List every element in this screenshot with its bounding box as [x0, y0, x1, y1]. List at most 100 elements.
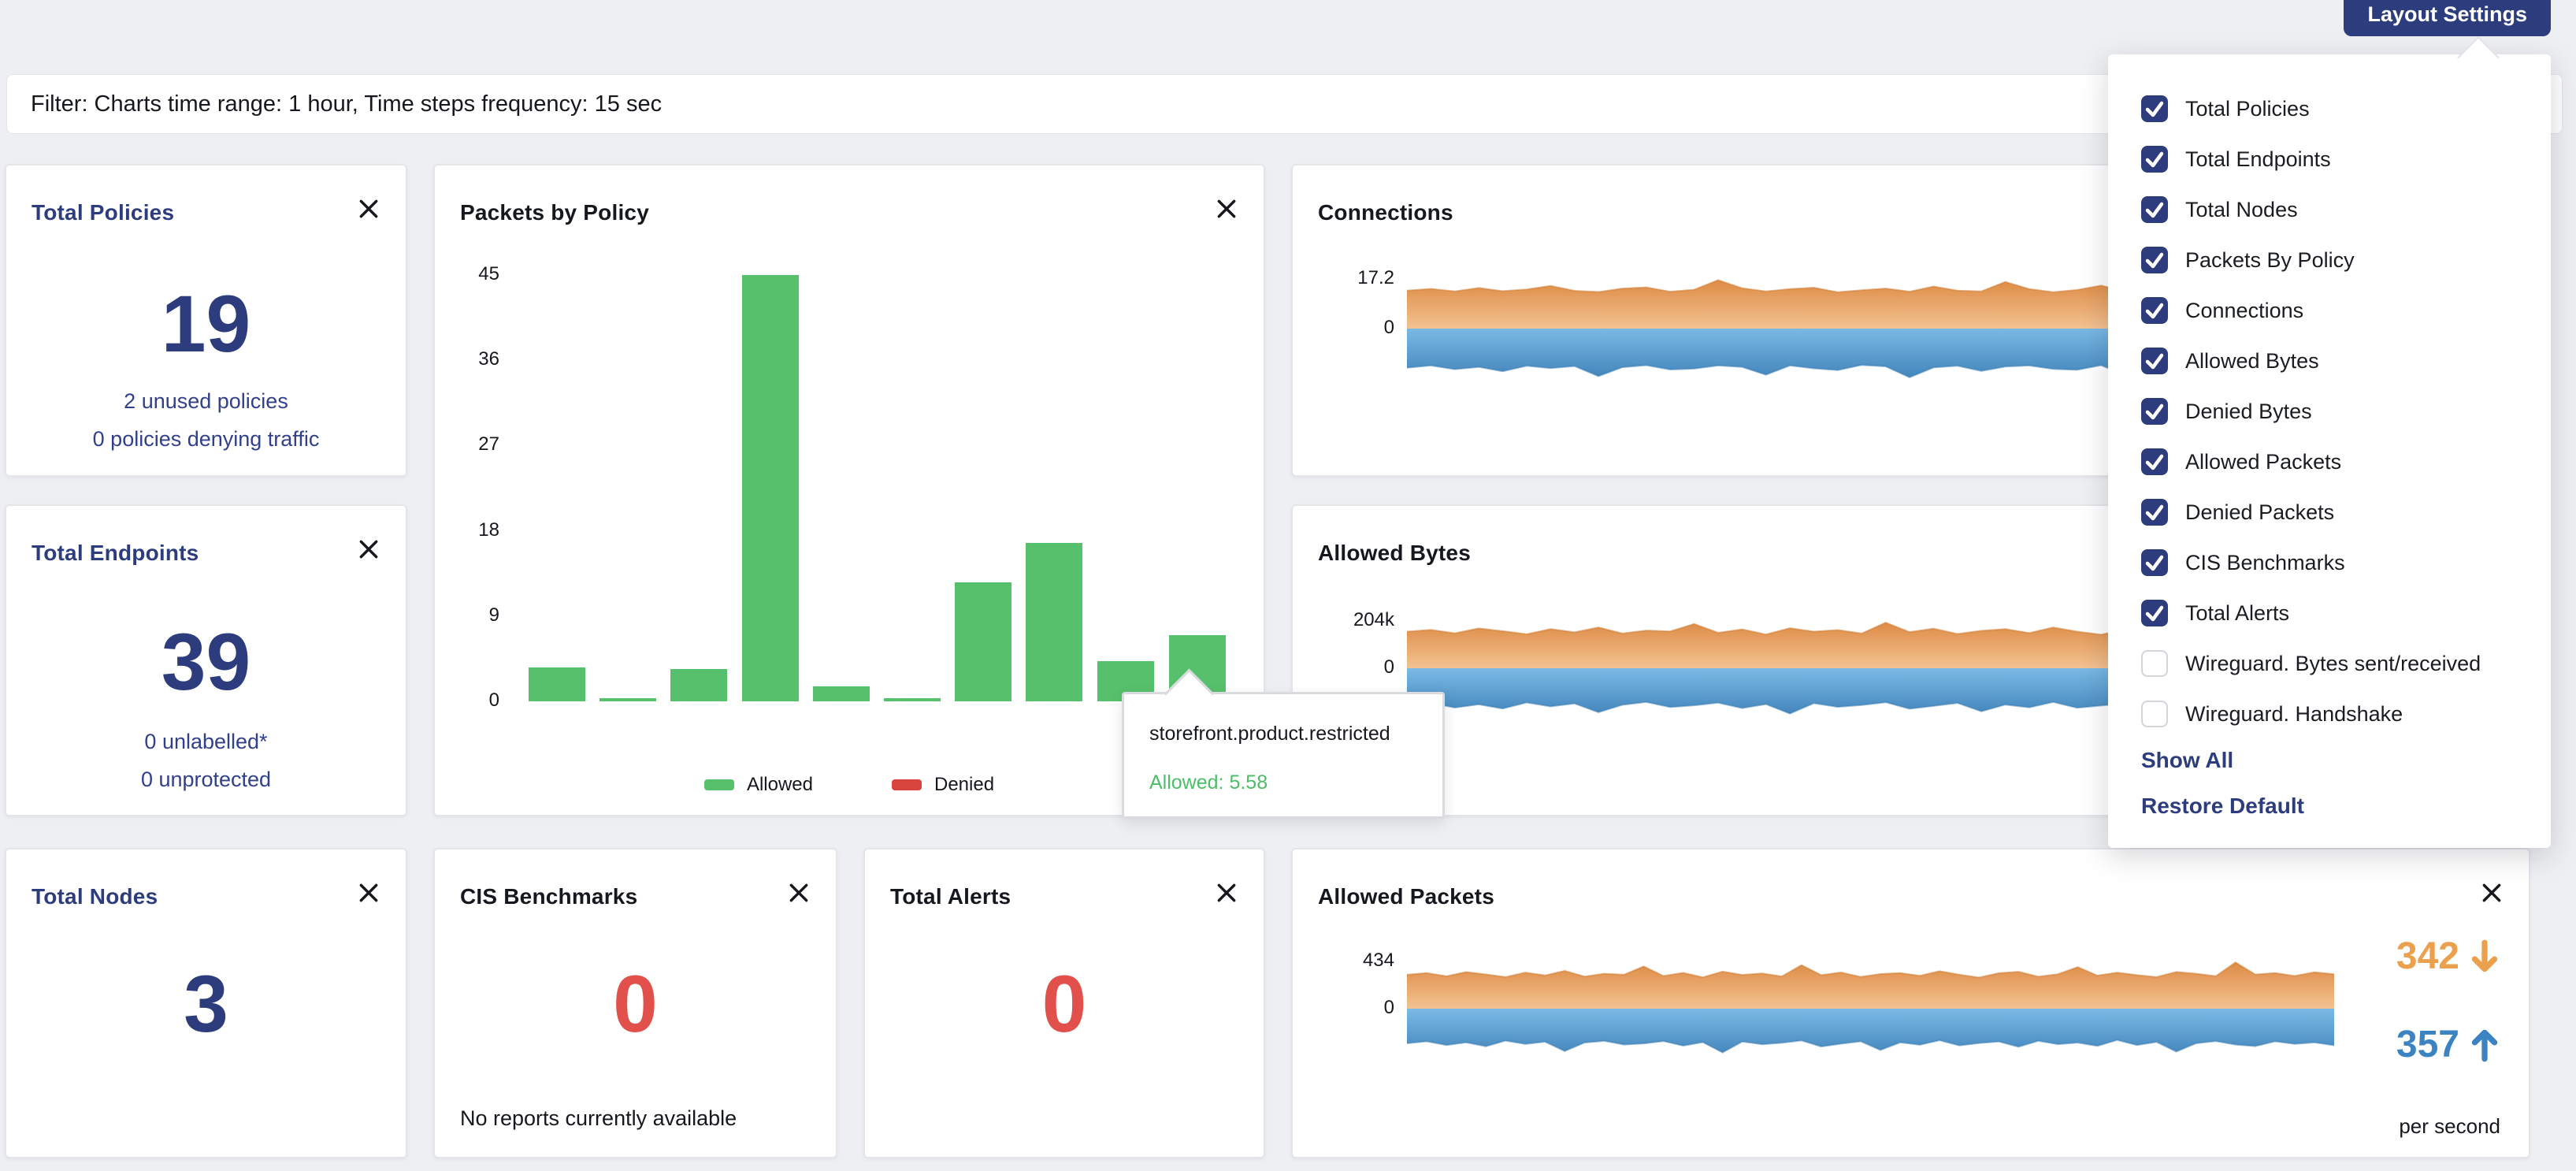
y-axis-tick-label: 27 — [435, 433, 499, 455]
bar-policy-3[interactable] — [670, 669, 727, 701]
close-icon[interactable] — [357, 197, 380, 221]
close-icon[interactable] — [787, 881, 811, 905]
y-axis-tick-label: 0 — [1297, 656, 1394, 678]
legend-swatch-icon — [704, 779, 734, 790]
legend-label: Denied — [934, 774, 994, 796]
legend-item-denied: Denied — [892, 774, 994, 796]
close-icon[interactable] — [1215, 881, 1238, 905]
menu-item-label: Denied Bytes — [2185, 400, 2312, 424]
checkbox-checked-icon[interactable] — [2141, 146, 2168, 173]
unused-policies-line: 2 unused policies — [6, 389, 406, 414]
show-all-link[interactable]: Show All — [2141, 748, 2233, 773]
menu-item-packets-by-policy[interactable]: Packets By Policy — [2108, 235, 2551, 285]
menu-item-wireguard-bytes-sent-received[interactable]: Wireguard. Bytes sent/received — [2108, 638, 2551, 689]
y-axis-tick-label: 0 — [1297, 997, 1394, 1019]
arrow-up-icon — [2469, 1026, 2500, 1064]
y-axis-tick-label: 0 — [1297, 317, 1394, 339]
allowed-packets-chart: 434 0 — [1293, 849, 2529, 1157]
card-title: Total Alerts — [890, 884, 1011, 909]
card-title: Total Endpoints — [32, 541, 199, 566]
checkbox-checked-icon[interactable] — [2141, 95, 2168, 122]
unprotected-line: 0 unprotected — [6, 768, 406, 792]
filter-text: Filter: Charts time range: 1 hour, Time … — [31, 91, 662, 117]
checkbox-checked-icon[interactable] — [2141, 247, 2168, 273]
card-allowed-packets: Allowed Packets 4340 342 357 per second — [1291, 848, 2530, 1158]
card-total-policies: Total Policies 19 2 unused policies 0 po… — [5, 164, 407, 477]
checkbox-checked-icon[interactable] — [2141, 196, 2168, 223]
per-second-label: per second — [2399, 1114, 2500, 1139]
card-total-nodes: Total Nodes 3 — [5, 848, 407, 1158]
cis-note: No reports currently available — [460, 1106, 737, 1131]
menu-item-label: Connections — [2185, 299, 2303, 323]
checkbox-checked-icon[interactable] — [2141, 499, 2168, 526]
tooltip-policy-name: storefront.product.restricted — [1149, 723, 1390, 745]
menu-caret-icon — [2457, 36, 2500, 79]
bar-policy-4[interactable] — [742, 275, 799, 701]
checkbox-unchecked-icon[interactable] — [2141, 650, 2168, 677]
bar-policy-2[interactable] — [599, 698, 656, 701]
close-icon[interactable] — [357, 537, 380, 561]
y-axis-tick-label: 45 — [435, 263, 499, 285]
chart-tooltip: storefront.product.restricted Allowed: 5… — [1122, 692, 1445, 819]
denying-policies-line: 0 policies denying traffic — [6, 427, 406, 452]
menu-item-label: Allowed Packets — [2185, 450, 2341, 474]
menu-item-connections[interactable]: Connections — [2108, 285, 2551, 336]
bar-policy-8[interactable] — [1026, 543, 1082, 701]
menu-item-label: Total Endpoints — [2185, 147, 2331, 172]
menu-item-allowed-packets[interactable]: Allowed Packets — [2108, 437, 2551, 487]
rate-up-value: 357 — [2396, 1023, 2459, 1067]
bar-policy-1[interactable] — [529, 667, 585, 701]
legend-item-allowed: Allowed — [704, 774, 813, 796]
checkbox-checked-icon[interactable] — [2141, 600, 2168, 626]
tooltip-allowed-value: Allowed: 5.58 — [1149, 771, 1268, 794]
total-policies-value: 19 — [6, 284, 406, 364]
checkbox-checked-icon[interactable] — [2141, 398, 2168, 425]
menu-item-allowed-bytes[interactable]: Allowed Bytes — [2108, 336, 2551, 386]
bar-policy-7[interactable] — [955, 582, 1011, 701]
bar-policy-5[interactable] — [813, 686, 870, 701]
menu-item-total-endpoints[interactable]: Total Endpoints — [2108, 134, 2551, 184]
packets-down-rate: 342 — [2396, 935, 2500, 979]
menu-item-denied-packets[interactable]: Denied Packets — [2108, 487, 2551, 537]
checkbox-checked-icon[interactable] — [2141, 549, 2168, 576]
layout-settings-menu: Total Policies Total Endpoints Total Nodes… — [2108, 54, 2551, 848]
menu-item-label: Packets By Policy — [2185, 248, 2355, 273]
y-axis-tick-label: 204k — [1297, 609, 1394, 631]
cis-benchmarks-value: 0 — [435, 964, 836, 1044]
menu-item-wireguard-handshake[interactable]: Wireguard. Handshake — [2108, 689, 2551, 739]
packets-up-rate: 357 — [2396, 1023, 2500, 1067]
y-axis-tick-label: 434 — [1297, 950, 1394, 972]
total-nodes-value: 3 — [6, 964, 406, 1044]
checkbox-checked-icon[interactable] — [2141, 297, 2168, 324]
layout-settings-button[interactable]: Layout Settings — [2344, 0, 2551, 36]
y-axis-tick-label: 9 — [435, 604, 499, 626]
card-title: Total Policies — [32, 200, 174, 225]
checkbox-checked-icon[interactable] — [2141, 348, 2168, 374]
dashboard: Layout Settings Filter: Charts time rang… — [0, 0, 2576, 1171]
card-total-alerts: Total Alerts 0 — [863, 848, 1265, 1158]
total-alerts-value: 0 — [865, 964, 1264, 1044]
menu-item-label: Allowed Bytes — [2185, 349, 2319, 374]
menu-item-label: Total Alerts — [2185, 601, 2289, 626]
unlabelled-line: 0 unlabelled* — [6, 730, 406, 754]
card-title: Total Nodes — [32, 884, 158, 909]
menu-item-denied-bytes[interactable]: Denied Bytes — [2108, 386, 2551, 437]
close-icon[interactable] — [357, 881, 380, 905]
menu-item-total-alerts[interactable]: Total Alerts — [2108, 588, 2551, 638]
checkbox-checked-icon[interactable] — [2141, 448, 2168, 475]
card-total-endpoints: Total Endpoints 39 0 unlabelled* 0 unpro… — [5, 504, 407, 816]
menu-item-total-nodes[interactable]: Total Nodes — [2108, 184, 2551, 235]
menu-item-cis-benchmarks[interactable]: CIS Benchmarks — [2108, 537, 2551, 588]
menu-item-label: Denied Packets — [2185, 500, 2334, 525]
y-axis-tick-label: 36 — [435, 348, 499, 370]
checkbox-unchecked-icon[interactable] — [2141, 701, 2168, 727]
legend-label: Allowed — [747, 774, 813, 796]
menu-item-total-policies[interactable]: Total Policies — [2108, 84, 2551, 134]
menu-item-label: Total Policies — [2185, 97, 2310, 121]
allowed_packets-area — [1407, 957, 2334, 1061]
card-title: CIS Benchmarks — [460, 884, 637, 909]
restore-default-link[interactable]: Restore Default — [2141, 794, 2304, 819]
legend-swatch-icon — [892, 779, 922, 790]
bar-policy-6[interactable] — [884, 698, 941, 701]
rate-down-value: 342 — [2396, 935, 2459, 979]
